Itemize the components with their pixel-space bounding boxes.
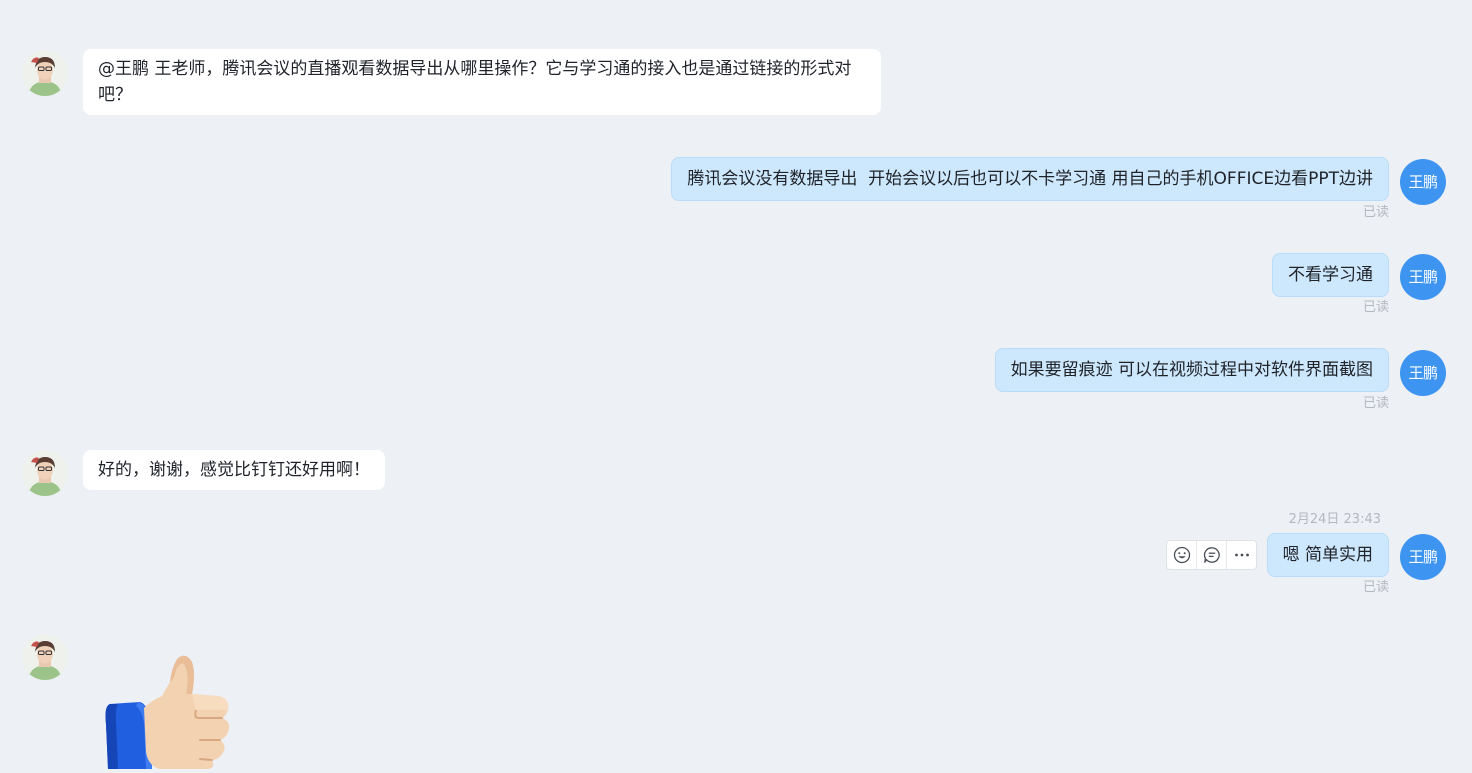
outgoing-message-bubble[interactable]: 腾讯会议没有数据导出 开始会议以后也可以不卡学习通 用自己的手机OFFICE边看… <box>671 157 1389 201</box>
thumbs-up-icon <box>105 655 230 769</box>
reply-button[interactable] <box>1197 541 1227 569</box>
contact-avatar-photo <box>22 450 68 496</box>
read-status: 已读 <box>1362 205 1389 220</box>
message-text: 不看学习通 <box>1288 265 1373 285</box>
outgoing-message-bubble[interactable]: 嗯 简单实用 <box>1266 533 1389 577</box>
contact-avatar[interactable] <box>22 634 68 680</box>
read-status: 已读 <box>1362 300 1389 315</box>
more-button[interactable] <box>1227 541 1256 569</box>
read-status: 已读 <box>1362 396 1389 411</box>
incoming-message-bubble[interactable]: @王鹏 王老师，腾讯会议的直播观看数据导出从哪里操作？它与学习通的接入也是通过链… <box>83 49 881 115</box>
chat-message-list[interactable]: @王鹏 王老师，腾讯会议的直播观看数据导出从哪里操作？它与学习通的接入也是通过链… <box>0 0 1472 769</box>
message-text: 嗯 简单实用 <box>1282 545 1373 565</box>
message-text: 好的，谢谢，感觉比钉钉还好用啊！ <box>98 460 370 480</box>
message-text: @王鹏 王老师，腾讯会议的直播观看数据导出从哪里操作？它与学习通的接入也是通过链… <box>98 59 852 105</box>
my-avatar[interactable]: 王鹏 <box>1400 350 1446 396</box>
contact-avatar-photo <box>22 50 68 96</box>
outgoing-message-bubble[interactable]: 不看学习通 <box>1272 253 1389 297</box>
thumbs-up-sticker[interactable] <box>100 652 240 773</box>
message-text: 腾讯会议没有数据导出 开始会议以后也可以不卡学习通 用自己的手机OFFICE边看… <box>687 169 1373 189</box>
read-status: 已读 <box>1362 580 1389 595</box>
more-icon <box>1234 553 1249 557</box>
contact-avatar[interactable] <box>22 450 68 496</box>
my-avatar[interactable]: 王鹏 <box>1400 254 1446 300</box>
my-avatar[interactable]: 王鹏 <box>1400 159 1446 205</box>
my-avatar[interactable]: 王鹏 <box>1400 534 1446 580</box>
contact-avatar-photo <box>22 634 68 680</box>
contact-avatar[interactable] <box>22 50 68 96</box>
message-text: 如果要留痕迹 可以在视频过程中对软件界面截图 <box>1010 360 1373 380</box>
incoming-message-bubble[interactable]: 好的，谢谢，感觉比钉钉还好用啊！ <box>83 450 385 490</box>
emoji-reaction-button[interactable] <box>1167 541 1197 569</box>
reply-icon <box>1203 547 1220 563</box>
message-timestamp: 2月24日 23:43 <box>1288 512 1381 527</box>
outgoing-message-bubble[interactable]: 如果要留痕迹 可以在视频过程中对软件界面截图 <box>994 348 1389 392</box>
message-hover-toolbar <box>1166 540 1257 570</box>
emoji-reaction-icon <box>1173 546 1190 564</box>
